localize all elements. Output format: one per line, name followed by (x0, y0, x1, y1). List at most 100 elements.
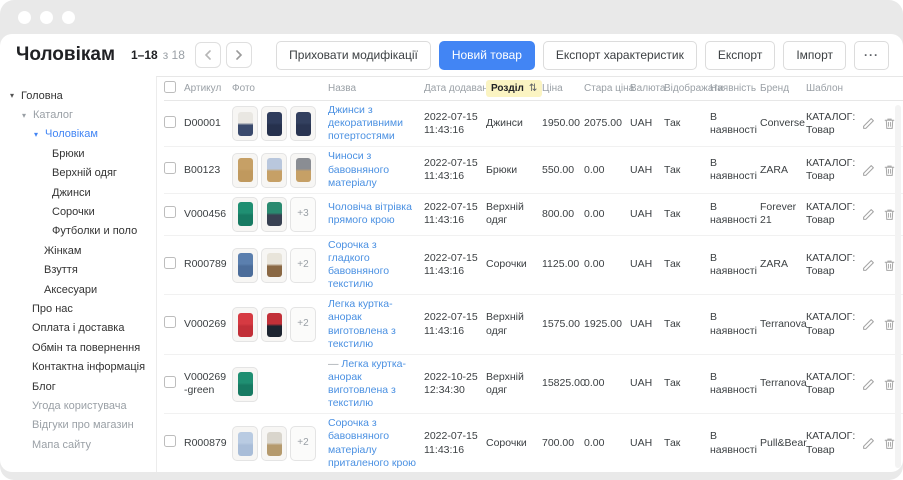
prev-page-button[interactable] (195, 42, 221, 68)
sidebar-item[interactable]: Контактна інформація (0, 357, 156, 376)
sidebar-item[interactable]: Джинси (0, 183, 156, 202)
column-header-category[interactable]: Розділ ⇅ (486, 80, 542, 97)
more-photos-badge[interactable]: +2 (290, 307, 316, 342)
date-cell: 2022-07-1511:43:16 (424, 430, 486, 456)
sidebar-item[interactable]: Взуття (0, 261, 156, 280)
sidebar-item[interactable]: Мапа сайту (0, 435, 156, 454)
product-photo[interactable] (261, 153, 287, 188)
product-link[interactable]: Чиноси з бавовняного матеріалу (328, 150, 389, 188)
select-all-checkbox[interactable] (164, 81, 176, 93)
column-header-brand[interactable]: Бренд (760, 83, 806, 94)
sidebar-item[interactable]: ▾Головна (0, 86, 156, 105)
pencil-icon (862, 259, 875, 272)
sidebar-item[interactable]: Обмін та повернення (0, 338, 156, 357)
column-header-display[interactable]: Відображати (664, 83, 710, 94)
product-link[interactable]: Сорочка з бавовняного матеріалу притален… (328, 417, 416, 468)
price-cell: 15825.00 (542, 377, 584, 390)
product-photo[interactable] (261, 248, 287, 283)
sidebar-item-label: Угода користувача (32, 400, 127, 412)
brand-cell: Converse (760, 117, 806, 130)
column-header-date[interactable]: Дата додавання (424, 83, 486, 94)
product-photo[interactable] (232, 248, 258, 283)
more-photos-badge[interactable]: +3 (290, 197, 316, 232)
products-table: Артикул Фото Назва Дата додавання Розділ… (156, 76, 903, 472)
date-cell: 2022-07-1511:43:16 (424, 111, 486, 137)
sidebar-item[interactable]: Аксесуари (0, 280, 156, 299)
category-cell: Верхній одяг (486, 201, 542, 227)
row-checkbox[interactable] (164, 316, 176, 328)
sort-icon[interactable]: ⇅ (529, 83, 537, 94)
next-page-button[interactable] (226, 42, 252, 68)
sidebar-item[interactable]: Про нас (0, 299, 156, 318)
edit-button[interactable] (862, 117, 875, 130)
import-button[interactable]: Імпорт (783, 41, 846, 70)
row-checkbox[interactable] (164, 257, 176, 269)
edit-button[interactable] (862, 208, 875, 221)
product-photo[interactable] (290, 153, 316, 188)
sidebar-item[interactable]: Верхній одяг (0, 164, 156, 183)
more-photos-badge[interactable]: +2 (290, 426, 316, 461)
hide-modifications-button[interactable]: Приховати модифікації (276, 41, 431, 70)
product-photo[interactable] (261, 106, 287, 141)
product-photo[interactable] (232, 153, 258, 188)
row-checkbox[interactable] (164, 376, 176, 388)
sidebar-item[interactable]: Оплата і доставка (0, 319, 156, 338)
edit-button[interactable] (862, 318, 875, 331)
product-link[interactable]: Сорочка з гладкого бавовняного текстилю (328, 239, 389, 290)
old-price-cell: 0.00 (584, 164, 630, 177)
sidebar-item[interactable]: Брюки (0, 144, 156, 163)
name-cell: Легка куртка-анорак виготовлена з тексти… (328, 298, 424, 351)
sidebar-item[interactable]: Угода користувача (0, 396, 156, 415)
export-button[interactable]: Експорт (705, 41, 775, 70)
sidebar-item[interactable]: ▾Чоловікам (0, 125, 156, 144)
product-photo[interactable] (290, 106, 316, 141)
sidebar-item[interactable]: Сорочки (0, 202, 156, 221)
more-actions-button[interactable]: ··· (854, 41, 889, 70)
sidebar-item[interactable]: Жінкам (0, 241, 156, 260)
row-checkbox[interactable] (164, 435, 176, 447)
column-header-availability[interactable]: Наявність (710, 83, 760, 94)
edit-button[interactable] (862, 378, 875, 391)
window-minimize-dot[interactable] (40, 11, 53, 24)
new-product-button[interactable]: Новий товар (439, 41, 535, 70)
product-photo[interactable] (232, 106, 258, 141)
sidebar-item[interactable]: Відгуки про магазин (0, 416, 156, 435)
sidebar-item[interactable]: Футболки и поло (0, 222, 156, 241)
product-photo[interactable] (232, 426, 258, 461)
product-link[interactable]: Легка куртка-анорак виготовлена з тексти… (328, 298, 396, 349)
product-photo[interactable] (261, 197, 287, 232)
window-close-dot[interactable] (18, 11, 31, 24)
row-checkbox[interactable] (164, 162, 176, 174)
product-photo[interactable] (232, 197, 258, 232)
column-header-old-price[interactable]: Стара ціна (584, 83, 630, 94)
sidebar-item-label: Жінкам (44, 245, 81, 257)
product-photo[interactable] (261, 426, 287, 461)
row-checkbox[interactable] (164, 116, 176, 128)
sorted-column-chip[interactable]: Розділ ⇅ (486, 80, 542, 97)
product-photo[interactable] (232, 367, 258, 402)
product-link[interactable]: Джинси з декоративними потертостями (328, 104, 403, 142)
column-header-name[interactable]: Назва (328, 83, 424, 94)
product-photo[interactable] (232, 307, 258, 342)
sidebar-item[interactable]: Блог (0, 377, 156, 396)
product-photo[interactable] (261, 307, 287, 342)
edit-button[interactable] (862, 259, 875, 272)
garment-image (238, 432, 253, 456)
caret-down-icon: ▾ (10, 91, 21, 100)
column-header-template[interactable]: Шаблон (806, 83, 862, 94)
product-link[interactable]: Чоловіча вітрівка прямого крою (328, 201, 412, 226)
edit-button[interactable] (862, 164, 875, 177)
garment-image (238, 313, 253, 337)
column-header-article[interactable]: Артикул (184, 83, 232, 94)
display-cell: Так (664, 258, 710, 271)
sidebar-item[interactable]: ▾Каталог (0, 105, 156, 124)
window-maximize-dot[interactable] (62, 11, 75, 24)
column-header-currency[interactable]: Валюта (630, 83, 664, 94)
scrollbar[interactable] (895, 105, 901, 468)
export-characteristics-button[interactable]: Експорт характеристик (543, 41, 697, 70)
article-cell: R000789 (184, 258, 232, 271)
row-checkbox[interactable] (164, 206, 176, 218)
more-photos-badge[interactable]: +2 (290, 248, 316, 283)
column-header-price[interactable]: Ціна (542, 83, 584, 94)
edit-button[interactable] (862, 437, 875, 450)
